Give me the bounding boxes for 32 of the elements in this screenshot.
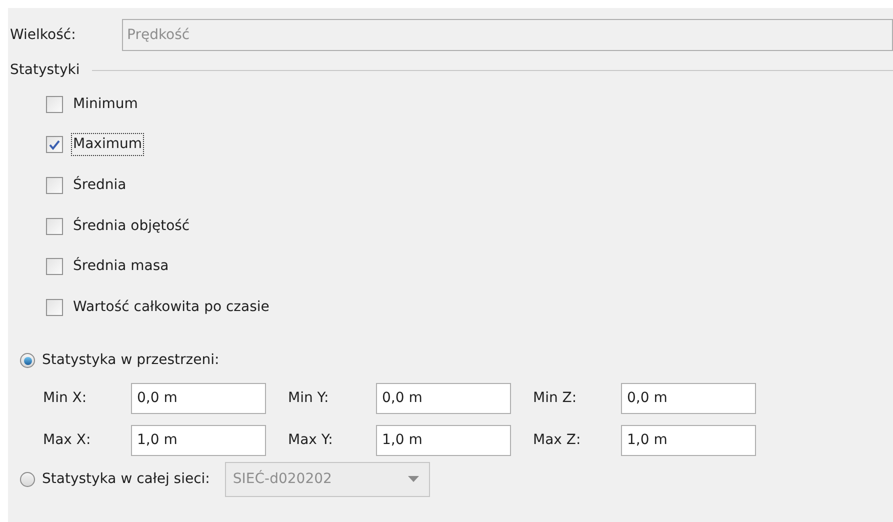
- radio-button[interactable]: [20, 472, 35, 487]
- quantity-label: Wielkość:: [10, 26, 77, 44]
- statistics-heading: Statystyki: [10, 60, 80, 80]
- coordinate-label: Max Y:: [288, 430, 334, 450]
- coordinate-field[interactable]: 0,0 m: [376, 382, 511, 414]
- checkbox-label[interactable]: Średnia masa: [71, 255, 171, 278]
- checkbox-label[interactable]: Wartość całkowita po czasie: [71, 296, 272, 319]
- checkbox[interactable]: [46, 136, 63, 154]
- checkbox[interactable]: [46, 298, 63, 316]
- checkbox-label[interactable]: Średnia: [71, 174, 128, 197]
- radio-button[interactable]: [20, 353, 35, 368]
- coordinate-label: Min Y:: [288, 388, 330, 408]
- checkbox-label[interactable]: Maximum: [71, 133, 144, 156]
- radio-label[interactable]: Statystyka w przestrzeni:: [42, 350, 220, 372]
- coordinate-label: Max X:: [43, 430, 92, 450]
- checkbox[interactable]: [46, 96, 63, 113]
- coordinate-field[interactable]: 1,0 m: [621, 424, 756, 456]
- checkbox-label[interactable]: Minimum: [71, 92, 140, 116]
- coordinate-label: Min X:: [43, 388, 88, 408]
- radio-label[interactable]: Statystyka w całej sieci:: [42, 468, 210, 490]
- checkbox[interactable]: [46, 176, 63, 194]
- coordinate-label: Max Z:: [533, 430, 582, 450]
- checkmark-icon: [49, 140, 60, 150]
- coordinate-field[interactable]: 0,0 m: [131, 382, 266, 414]
- coordinate-field[interactable]: 0,0 m: [621, 382, 756, 414]
- checkbox[interactable]: [46, 258, 63, 276]
- dropdown-arrow-icon: [408, 476, 419, 482]
- coordinate-field[interactable]: 1,0 m: [131, 424, 266, 456]
- checkbox[interactable]: [46, 218, 63, 235]
- coordinate-label: Min Z:: [533, 388, 578, 408]
- checkbox-label[interactable]: Średnia objętość: [71, 214, 192, 238]
- coordinate-field[interactable]: 1,0 m: [376, 424, 511, 456]
